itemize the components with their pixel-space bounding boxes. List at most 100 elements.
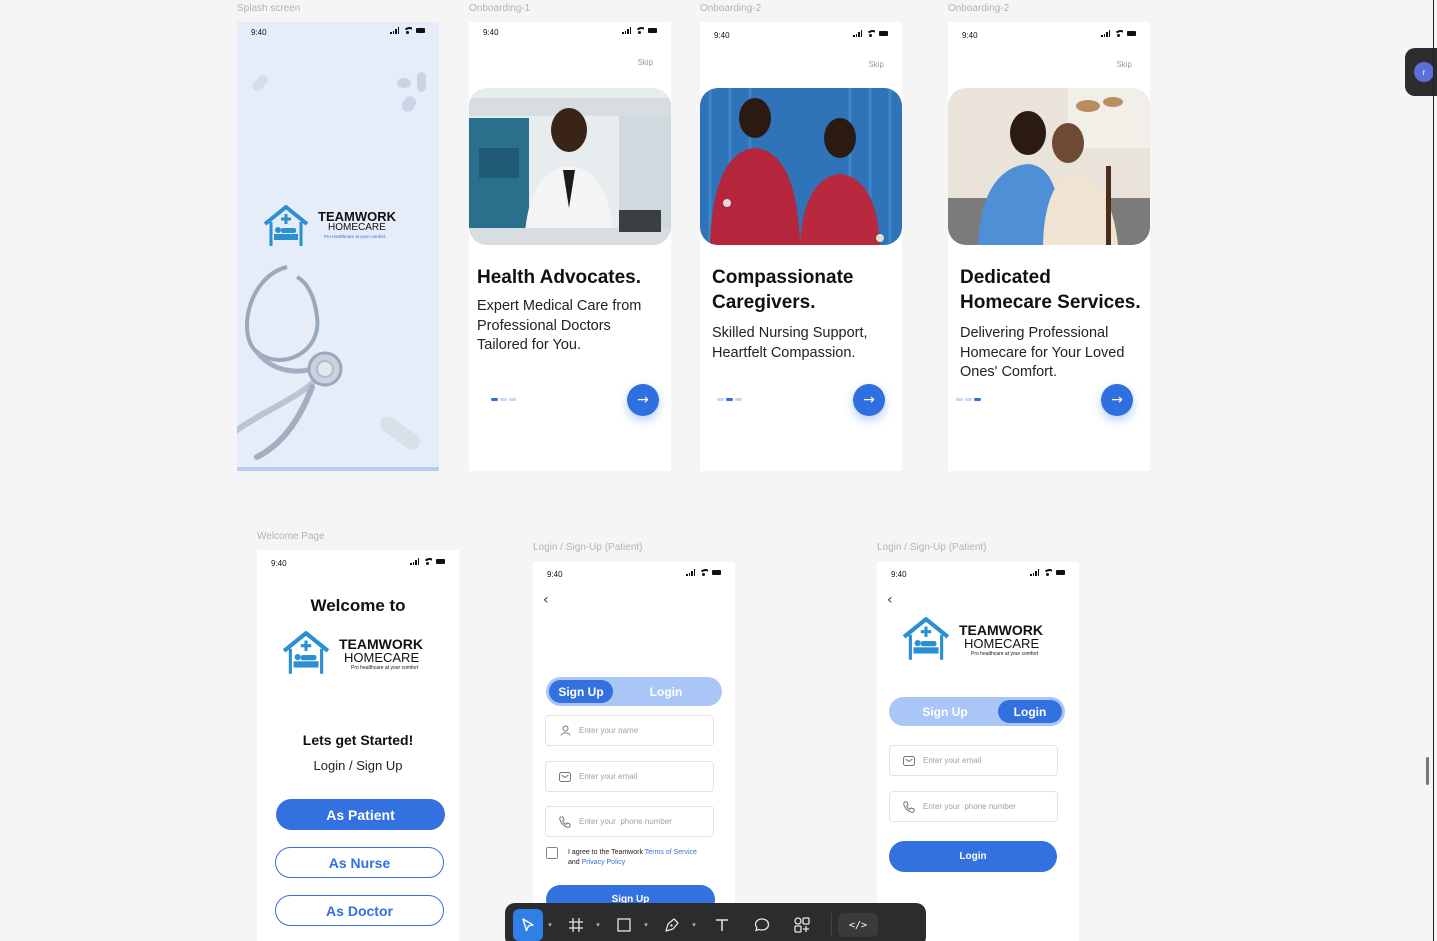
pill-decoration <box>397 78 411 88</box>
page-dot <box>726 398 733 401</box>
logo-line2: HOMECARE <box>964 635 1040 651</box>
comment-tool-button[interactable] <box>747 909 777 941</box>
name-input[interactable] <box>579 726 699 735</box>
frame-label-signup[interactable]: Login / Sign-Up (Patient) <box>533 542 643 553</box>
pen-tool-button[interactable] <box>657 909 687 941</box>
battery-icon <box>416 28 425 33</box>
frame-label-splash[interactable]: Splash screen <box>237 3 300 14</box>
frame-label-onboarding-3[interactable]: Onboarding-2 <box>948 3 1009 14</box>
tab-signup[interactable]: Sign Up <box>892 700 998 723</box>
vertical-scrollbar[interactable] <box>1426 757 1429 785</box>
frame-label-onboarding-1[interactable]: Onboarding-1 <box>469 3 530 14</box>
as-doctor-button[interactable]: As Doctor <box>275 895 444 926</box>
battery-icon <box>712 570 721 575</box>
text-tool-button[interactable] <box>707 909 737 941</box>
comment-bubble-icon <box>754 918 770 932</box>
logo-text: TEAMWORK HOMECARE Pro healthcare at your… <box>339 637 423 671</box>
user-avatar[interactable]: r <box>1414 62 1434 82</box>
page-dot <box>500 398 507 401</box>
email-field[interactable] <box>545 761 714 792</box>
wifi-icon <box>403 27 412 34</box>
status-time: 9:40 <box>962 31 978 40</box>
dev-mode-button[interactable]: </> <box>838 913 878 937</box>
cursor-arrow-icon <box>522 918 534 932</box>
chevron-down-icon[interactable]: ▾ <box>543 909 557 941</box>
logo-tagline: Pro Healthcare at your comfort <box>324 233 386 239</box>
phone-input[interactable] <box>579 817 699 826</box>
status-bar: 9:40 <box>877 562 1079 582</box>
arrow-right-icon: → <box>637 392 649 408</box>
page-dot <box>509 398 516 401</box>
frame-tool-button[interactable] <box>561 909 591 941</box>
mail-icon <box>903 755 915 767</box>
frame-label-onboarding-2[interactable]: Onboarding-2 <box>700 3 761 14</box>
onboarding-1-frame: 9:40 Skip Health Advocates. Expert Medic… <box>469 22 671 471</box>
page-dot <box>491 398 498 401</box>
name-field[interactable] <box>545 715 714 746</box>
doctor-photo <box>469 88 671 245</box>
phone-input[interactable] <box>923 802 1043 811</box>
skip-link[interactable]: Skip <box>637 58 653 67</box>
caregiver-photo <box>948 88 1150 245</box>
text-icon <box>716 919 728 931</box>
login-submit-button[interactable]: Login <box>889 841 1057 872</box>
status-time: 9:40 <box>891 570 907 579</box>
battery-icon <box>436 559 445 564</box>
wifi-icon <box>635 27 644 34</box>
phone-field[interactable] <box>545 806 714 837</box>
signal-icon <box>410 558 419 565</box>
mail-icon <box>559 771 571 783</box>
tab-login[interactable]: Login <box>998 700 1062 723</box>
chevron-down-icon[interactable]: ▾ <box>639 909 653 941</box>
signal-icon <box>622 27 631 34</box>
terms-of-service-link[interactable]: Terms of Service <box>645 849 697 856</box>
get-started-heading: Lets get Started! <box>302 732 414 748</box>
skip-link[interactable]: Skip <box>1116 60 1132 69</box>
chevron-down-icon[interactable]: ▾ <box>591 909 605 941</box>
onboarding-description: Skilled Nursing Support, Heartfelt Compa… <box>712 325 868 361</box>
phone-field[interactable] <box>889 791 1058 822</box>
components-icon <box>794 917 810 933</box>
welcome-logo: TEAMWORK HOMECARE Pro healthcare at your… <box>281 630 423 678</box>
as-patient-button[interactable]: As Patient <box>276 799 445 830</box>
terms-checkbox[interactable] <box>546 847 558 859</box>
tab-signup[interactable]: Sign Up <box>549 680 613 703</box>
page-dot <box>974 398 981 401</box>
as-nurse-button[interactable]: As Nurse <box>275 847 444 878</box>
page-dot <box>965 398 972 401</box>
signal-icon <box>853 30 862 37</box>
terms-and: and <box>568 858 582 866</box>
auth-toggle: Sign Up Login <box>546 677 722 706</box>
next-button[interactable]: → <box>853 384 885 416</box>
logo-tagline: Pro healthcare at your comfort <box>351 664 419 671</box>
back-chevron-icon[interactable]: ‹ <box>543 592 549 608</box>
frame-label-login[interactable]: Login / Sign-Up (Patient) <box>877 542 987 553</box>
page-dot <box>735 398 742 401</box>
email-field[interactable] <box>889 745 1058 776</box>
welcome-page-frame: 9:40 Welcome to TEAMWORK HOMECARE Pro he… <box>257 550 459 941</box>
page-indicator <box>717 398 742 401</box>
onboarding-description: Expert Medical Care from Professional Do… <box>477 298 642 353</box>
move-tool-button[interactable] <box>513 909 543 941</box>
tab-login[interactable]: Login <box>613 680 719 703</box>
email-input[interactable] <box>923 756 1043 765</box>
status-bar: 9:40 <box>257 550 459 570</box>
chevron-down-icon[interactable]: ▾ <box>687 909 701 941</box>
next-button[interactable]: → <box>1101 384 1133 416</box>
email-input[interactable] <box>579 772 699 781</box>
shape-tool-button[interactable] <box>609 909 639 941</box>
wifi-icon <box>1043 569 1052 576</box>
house-bed-logo-icon <box>282 631 330 674</box>
page-indicator <box>491 398 516 401</box>
status-time: 9:40 <box>714 31 730 40</box>
wifi-icon <box>1114 30 1123 37</box>
back-chevron-icon[interactable]: ‹ <box>887 592 893 608</box>
privacy-policy-link[interactable]: Privacy Policy <box>582 859 626 866</box>
skip-link[interactable]: Skip <box>868 60 884 69</box>
phone-icon <box>903 801 915 813</box>
components-tool-button[interactable] <box>787 909 817 941</box>
onboarding-title: Compassionate Caregivers. <box>712 267 854 313</box>
onboarding-title: Dedicated Homecare Services. <box>960 267 1141 313</box>
frame-label-welcome[interactable]: Welcome Page <box>257 531 325 542</box>
next-button[interactable]: → <box>627 384 659 416</box>
